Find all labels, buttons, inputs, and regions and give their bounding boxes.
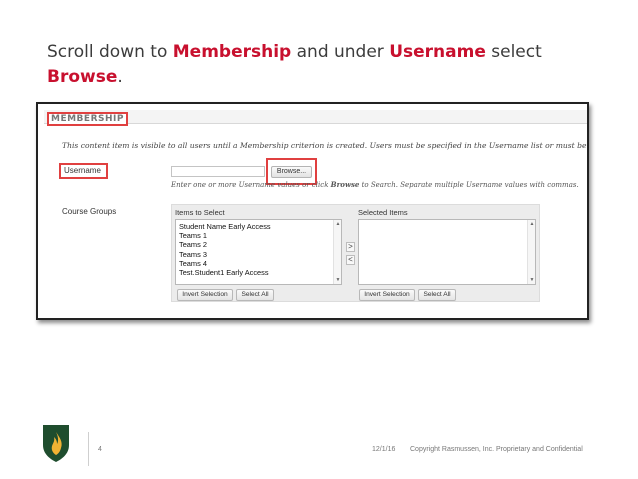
browse-button[interactable]: Browse... xyxy=(271,166,312,178)
instruction-part-1: Scroll down to xyxy=(47,42,173,62)
list-item[interactable]: Teams 4 xyxy=(176,259,341,268)
invert-selection-button[interactable]: Invert Selection xyxy=(177,289,233,301)
rasmussen-logo xyxy=(41,423,71,463)
slide-number: 4 xyxy=(98,446,102,453)
selected-items-label: Selected Items xyxy=(358,208,408,217)
hint-before: Enter one or more Username values or cli… xyxy=(171,181,331,189)
hint-browse: Browse xyxy=(330,180,360,189)
selected-scrollbar[interactable]: ▲ ▼ xyxy=(527,220,535,284)
username-label: Username xyxy=(59,163,108,179)
membership-section-header: MEMBERSHIP xyxy=(44,110,587,126)
list-item[interactable]: Teams 3 xyxy=(176,250,341,259)
membership-section-title: MEMBERSHIP xyxy=(47,112,128,126)
move-left-button[interactable]: < xyxy=(346,255,355,265)
slide-date: 12/1/16 xyxy=(372,446,396,453)
instruction-text: Scroll down to Membership and under User… xyxy=(47,40,607,90)
instruction-username: Username xyxy=(389,42,486,62)
list-item[interactable]: Test.Student1 Early Access xyxy=(176,268,341,277)
membership-section: MEMBERSHIP This content item is visible … xyxy=(38,104,587,318)
scroll-up-icon[interactable]: ▲ xyxy=(334,220,342,228)
hint-after: to Search. Separate multiple Username va… xyxy=(359,181,579,189)
membership-screenshot: MEMBERSHIP This content item is visible … xyxy=(36,102,589,320)
instruction-membership: Membership xyxy=(172,42,292,62)
instruction-browse: Browse xyxy=(47,67,118,87)
selected-items-list[interactable]: ▲ ▼ xyxy=(358,219,536,285)
list-item[interactable]: Student Name Early Access xyxy=(176,222,341,231)
instruction-part-2: and under xyxy=(291,42,390,62)
invert-selection-selected-button[interactable]: Invert Selection xyxy=(359,289,415,301)
items-to-select-list[interactable]: Student Name Early Access Teams 1 Teams … xyxy=(175,219,342,285)
username-input[interactable] xyxy=(171,166,265,177)
instruction-part-3: select xyxy=(485,42,542,62)
select-all-selected-button[interactable]: Select All xyxy=(418,289,456,301)
items-to-select-label: Items to Select xyxy=(175,208,225,217)
username-hint: Enter one or more Username values or cli… xyxy=(171,180,579,189)
list-item[interactable]: Teams 2 xyxy=(176,240,341,249)
scroll-down-icon[interactable]: ▼ xyxy=(528,276,536,284)
move-right-button[interactable]: > xyxy=(346,242,355,252)
instruction-part-4: . xyxy=(117,67,123,87)
list-item[interactable]: Teams 1 xyxy=(176,231,341,240)
items-scrollbar[interactable]: ▲ ▼ xyxy=(333,220,341,284)
course-groups-label: Course Groups xyxy=(62,207,117,216)
footer-divider xyxy=(88,432,89,466)
slide-copyright: Copyright Rasmussen, Inc. Proprietary an… xyxy=(410,446,583,453)
scroll-up-icon[interactable]: ▲ xyxy=(528,220,536,228)
membership-note: This content item is visible to all user… xyxy=(62,141,587,150)
course-groups-panel: Items to Select Student Name Early Acces… xyxy=(171,204,540,302)
scroll-down-icon[interactable]: ▼ xyxy=(334,276,342,284)
select-all-button[interactable]: Select All xyxy=(236,289,274,301)
